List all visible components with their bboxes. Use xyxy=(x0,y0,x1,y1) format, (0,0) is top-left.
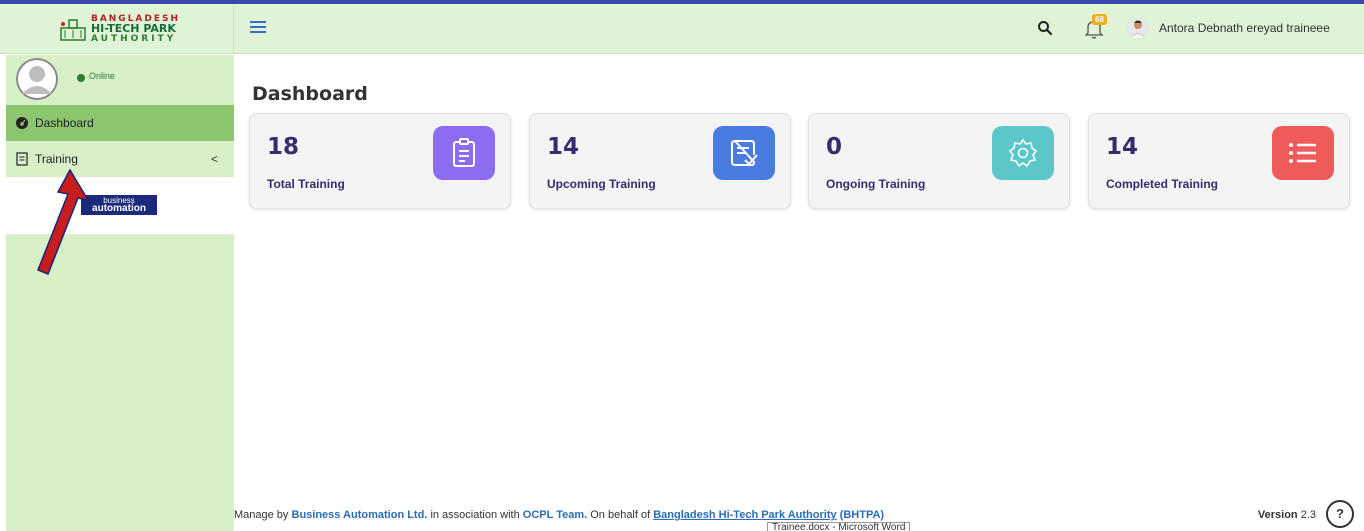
footer-prefix: Manage by xyxy=(234,509,289,521)
user-menu[interactable]: Antora Debnath ereyad traineee xyxy=(1127,17,1330,39)
profile-avatar xyxy=(16,58,58,100)
bhtpa-logo[interactable]: BANGLADESH HI-TECH PARK AUTHORITY xyxy=(6,6,234,52)
version-label: Version xyxy=(1257,509,1298,521)
checklist-icon xyxy=(713,126,775,180)
stat-value: 0 xyxy=(826,134,843,160)
gear-icon xyxy=(992,126,1054,180)
main-content: Dashboard 18 Total Training 14 Upcoming … xyxy=(234,55,1364,531)
sidebar-item-label: Training xyxy=(35,152,78,166)
help-button[interactable]: ? xyxy=(1326,500,1354,528)
footer-mid: in association with xyxy=(430,509,520,521)
stat-label: Ongoing Training xyxy=(826,177,926,191)
online-status-text: Online xyxy=(89,71,116,81)
clipboard-icon xyxy=(433,126,495,180)
stat-label: Completed Training xyxy=(1106,177,1219,191)
footer-abbr: (BHTPA) xyxy=(839,509,885,521)
building-logo-icon xyxy=(60,19,86,41)
footer-behalf: On behalf of xyxy=(590,509,651,521)
partner-logo-line2: automation xyxy=(92,203,146,214)
stat-card-upcoming[interactable]: 14 Upcoming Training xyxy=(529,113,791,209)
footer-team-link[interactable]: OCPL Team. xyxy=(523,509,587,521)
stat-card-ongoing[interactable]: 0 Ongoing Training xyxy=(808,113,1070,209)
logo-line3: AUTHORITY xyxy=(90,34,177,44)
dashboard-gauge-icon xyxy=(16,117,28,129)
chevron-left-icon[interactable]: < xyxy=(211,152,218,166)
sidebar-profile: Online xyxy=(6,55,234,105)
stat-value: 14 xyxy=(1106,134,1139,160)
footer: Manage by Business Automation Ltd. in as… xyxy=(234,497,1364,531)
sidebar: Online Dashboard Training < business aut… xyxy=(6,55,234,531)
footer-company-link[interactable]: Business Automation Ltd. xyxy=(292,509,428,521)
sidebar-item-dashboard[interactable]: Dashboard xyxy=(6,105,234,141)
logo-line2: HI-TECH PARK xyxy=(90,22,176,35)
user-name: Antora Debnath ereyad traineee xyxy=(1159,21,1330,35)
annotation-arrow xyxy=(37,168,90,275)
menu-toggle-icon[interactable] xyxy=(250,21,266,35)
notification-count-badge: 68 xyxy=(1092,14,1107,25)
footer-credits: Manage by Business Automation Ltd. in as… xyxy=(234,509,884,521)
taskbar-tooltip: Trainee.docx - Microsoft Word xyxy=(767,522,911,531)
stat-value: 18 xyxy=(267,134,300,160)
version-number: 2.3 xyxy=(1300,509,1316,521)
online-status-dot xyxy=(77,74,85,82)
stat-label: Upcoming Training xyxy=(547,177,656,191)
user-avatar xyxy=(1127,17,1149,39)
stat-label: Total Training xyxy=(267,177,345,191)
search-icon[interactable] xyxy=(1037,20,1053,36)
sidebar-item-label: Dashboard xyxy=(35,116,94,130)
business-automation-logo[interactable]: business automation xyxy=(81,195,157,215)
page-title: Dashboard xyxy=(252,83,368,105)
footer-authority-link[interactable]: Bangladesh Hi-Tech Park Authority xyxy=(653,509,836,521)
version-info: Version 2.3 xyxy=(1258,509,1316,521)
logo-text: BANGLADESH HI-TECH PARK AUTHORITY xyxy=(91,14,180,44)
stat-card-total[interactable]: 18 Total Training xyxy=(249,113,511,209)
list-icon xyxy=(1272,126,1334,180)
top-header: BANGLADESH HI-TECH PARK AUTHORITY 68 Ant… xyxy=(0,4,1364,54)
stat-card-completed[interactable]: 14 Completed Training xyxy=(1088,113,1350,209)
stat-value: 14 xyxy=(547,134,580,160)
document-icon xyxy=(16,152,28,166)
